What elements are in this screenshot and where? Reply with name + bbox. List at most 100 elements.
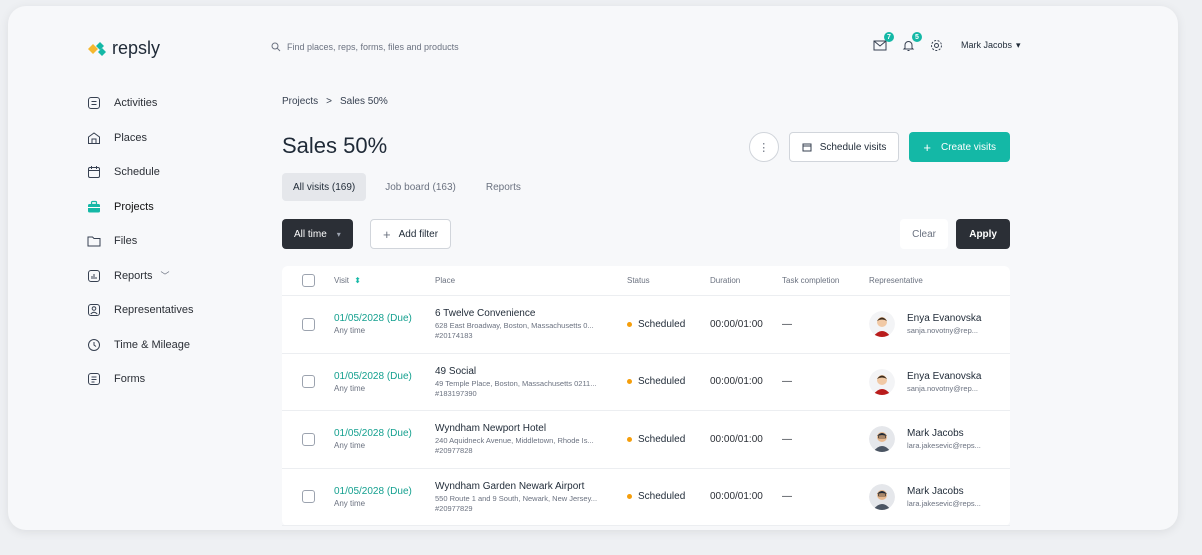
select-all-checkbox[interactable] [301, 274, 315, 287]
sidebar-item-label: Schedule [114, 166, 160, 179]
search-icon [271, 42, 281, 52]
sidebar-item-projects[interactable]: Projects [86, 190, 266, 225]
table-row[interactable]: 01/05/2028 (Due) Any time 6 Twelve Conve… [282, 296, 1010, 354]
top-right-actions: 7 5 Mark Jacobs ▾ [871, 32, 1021, 54]
user-name: Mark Jacobs [961, 40, 1013, 50]
row-checkbox[interactable] [301, 432, 315, 446]
status-badge: Scheduled [627, 319, 710, 330]
time-filter-dropdown[interactable]: All time ▾ [282, 219, 353, 249]
app-window: repsly Find places, reps, forms, files a… [8, 6, 1178, 530]
visit-column-header[interactable]: Visit ⬍ [334, 276, 435, 285]
duration-value: 00:00/01:00 [710, 376, 763, 388]
clock-icon [86, 337, 102, 353]
table-row[interactable]: 01/05/2028 (Due) Any time 49 Social 49 T… [282, 354, 1010, 411]
user-menu[interactable]: Mark Jacobs ▾ [961, 40, 1021, 51]
schedule-visits-button[interactable]: Schedule visits [788, 132, 900, 162]
search-input[interactable]: Find places, reps, forms, files and prod… [287, 42, 459, 52]
sidebar-item-activities[interactable]: Activities [86, 86, 266, 121]
sidebar-item-reports[interactable]: Reports ﹀ [86, 259, 266, 294]
user-icon [86, 302, 102, 318]
row-checkbox[interactable] [301, 317, 315, 331]
header-actions: ⋮ Schedule visits + Create visits [748, 132, 1010, 162]
place-id: #20977829 [435, 503, 473, 513]
representative: Mark Jacobs lara.jakesevic@reps... [869, 426, 1010, 453]
plus-icon: + [383, 226, 391, 242]
table-row[interactable]: 01/05/2028 (Due) Any time Wyndham Garden… [282, 469, 1010, 526]
avatar [869, 311, 895, 338]
tabs: All visits (169) Job board (163) Reports [282, 173, 532, 201]
visit-time: Any time [334, 498, 366, 508]
breadcrumb-projects-link[interactable]: Projects [282, 96, 318, 107]
task-completion-value: — [782, 318, 792, 330]
add-filter-button[interactable]: + Add filter [370, 219, 452, 249]
messages-badge: 7 [884, 32, 894, 42]
more-options-button[interactable]: ⋮ [748, 132, 779, 162]
gear-icon [930, 39, 942, 51]
place-column-header: Place [435, 276, 456, 285]
table-header: Visit ⬍ Place Status Duration Task compl… [282, 266, 1010, 296]
sidebar-item-schedule[interactable]: Schedule [86, 155, 266, 190]
sidebar-item-label: Reports [114, 269, 153, 282]
duration-value: 00:00/01:00 [710, 491, 763, 503]
sidebar-item-label: Activities [114, 97, 158, 110]
status-badge: Scheduled [627, 491, 710, 502]
rep-email: sanja.novotny@rep... [907, 326, 978, 336]
more-vertical-icon: ⋮ [758, 141, 770, 154]
sidebar-item-time-mileage[interactable]: Time & Mileage [86, 328, 266, 363]
visit-date-link[interactable]: 01/05/2028 (Due) [334, 486, 435, 497]
visit-time: Any time [334, 383, 366, 393]
clear-button[interactable]: Clear [900, 219, 948, 249]
sidebar-item-places[interactable]: Places [86, 121, 266, 156]
global-search[interactable]: Find places, reps, forms, files and prod… [271, 42, 459, 52]
chevron-down-icon: ▾ [1016, 39, 1021, 50]
table-row[interactable]: 01/05/2028 (Due) Any time Wyndham Newpor… [282, 411, 1010, 469]
calendar-icon [802, 143, 812, 152]
status-column-header: Status [627, 276, 650, 285]
page-title: Sales 50% [282, 133, 388, 158]
plus-icon: + [923, 139, 931, 155]
visit-date-link[interactable]: 01/05/2028 (Due) [334, 371, 435, 382]
sidebar: Activities Places Schedule Projects File… [86, 86, 266, 397]
status-dot-icon [627, 321, 632, 327]
settings-button[interactable] [927, 36, 945, 54]
notifications-button[interactable]: 5 [899, 32, 922, 54]
breadcrumb-separator: > [326, 96, 332, 107]
tab-reports[interactable]: Reports [475, 173, 532, 201]
status-dot-icon [627, 494, 632, 500]
place-address: 628 East Broadway, Boston, Massachusetts… [435, 321, 594, 331]
sidebar-item-label: Files [114, 235, 138, 248]
sidebar-item-label: Representatives [114, 304, 194, 317]
schedule-visits-label: Schedule visits [819, 141, 887, 153]
sidebar-item-representatives[interactable]: Representatives [86, 293, 266, 328]
task-column-header: Task completion [782, 276, 840, 285]
row-checkbox[interactable] [301, 375, 315, 389]
row-checkbox[interactable] [301, 490, 315, 504]
representative: Enya Evanovska sanja.novotny@rep... [869, 368, 1010, 395]
apply-button[interactable]: Apply [956, 219, 1010, 249]
place-address: 550 Route 1 and 9 South, Newark, New Jer… [435, 493, 598, 503]
place-address: 240 Aquidneck Avenue, Middletown, Rhode … [435, 436, 594, 446]
visit-time: Any time [334, 441, 366, 451]
logo-text: repsly [112, 38, 161, 58]
rep-email: lara.jakesevic@reps... [907, 441, 981, 451]
messages-button[interactable]: 7 [871, 32, 894, 54]
place-name: Wyndham Garden Newark Airport [435, 480, 585, 492]
place-name: 49 Social [435, 365, 477, 377]
sidebar-item-files[interactable]: Files [86, 224, 266, 259]
filter-bar: All time ▾ + Add filter Clear Apply [282, 219, 1010, 249]
rep-name: Mark Jacobs [907, 428, 964, 440]
place-id: #20977828 [435, 446, 473, 456]
avatar [869, 483, 895, 510]
repsly-logo[interactable]: repsly [88, 38, 160, 59]
place-name: 6 Twelve Convenience [435, 308, 536, 320]
activities-icon [86, 95, 102, 111]
add-filter-label: Add filter [398, 228, 439, 240]
breadcrumb-current: Sales 50% [339, 96, 388, 107]
visit-date-link[interactable]: 01/05/2028 (Due) [334, 313, 435, 324]
sidebar-item-forms[interactable]: Forms [86, 362, 266, 397]
tab-job-board[interactable]: Job board (163) [374, 173, 467, 201]
tab-all-visits[interactable]: All visits (169) [282, 173, 367, 201]
status-badge: Scheduled [627, 376, 710, 387]
visit-date-link[interactable]: 01/05/2028 (Due) [334, 428, 435, 439]
create-visits-button[interactable]: + Create visits [909, 132, 1010, 162]
